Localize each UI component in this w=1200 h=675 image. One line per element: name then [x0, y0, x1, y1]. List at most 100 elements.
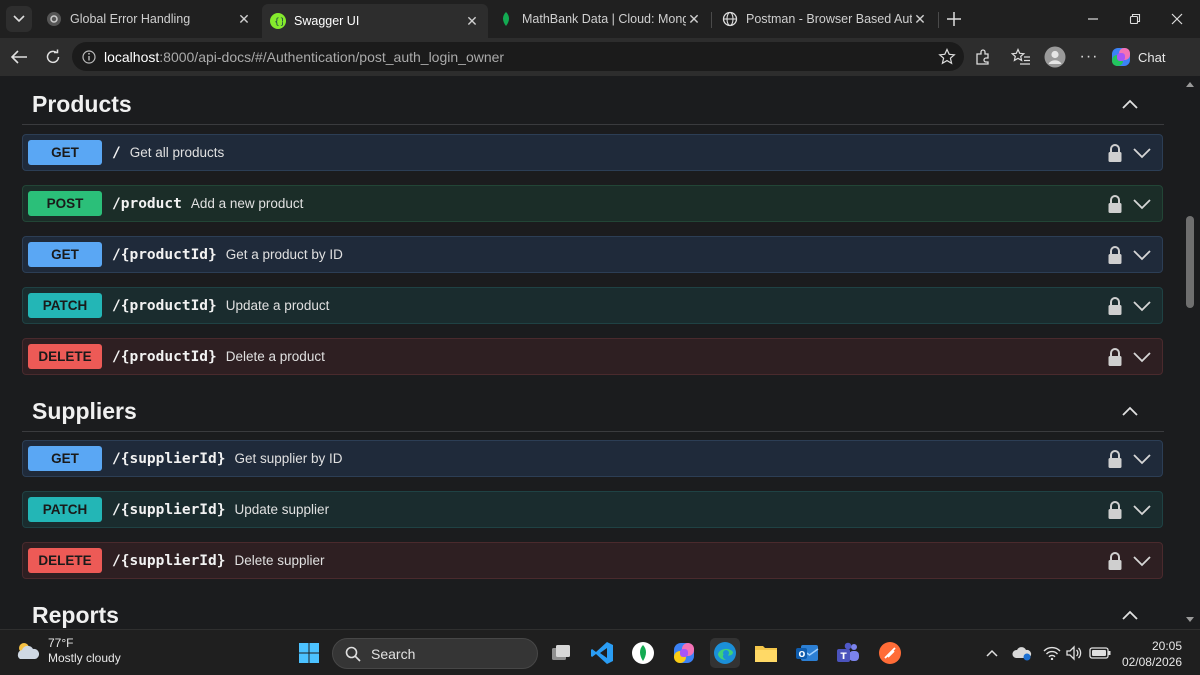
close-tab-icon[interactable]: ✕ [236, 11, 252, 28]
chevron-up-icon [986, 649, 998, 657]
teams-app[interactable]: T [833, 638, 863, 668]
taskbar-clock[interactable]: 20:05 02/08/2026 [1122, 638, 1182, 670]
profile-button[interactable] [1044, 46, 1066, 68]
operation-get-supplier[interactable]: GET /{supplierId} Get supplier by ID [22, 440, 1163, 477]
show-hidden-icons-button[interactable] [982, 643, 1002, 663]
chevron-down-icon[interactable] [1132, 297, 1152, 315]
operation-path: /{productId} [112, 297, 217, 314]
plus-icon [947, 12, 961, 26]
lock-icon[interactable] [1106, 296, 1124, 316]
operation-patch-product[interactable]: PATCH /{productId} Update a product [22, 287, 1163, 324]
back-button[interactable] [8, 46, 30, 68]
restore-button[interactable] [1124, 8, 1146, 30]
tab-actions-menu-button[interactable] [6, 6, 32, 32]
volume-tray[interactable] [1064, 643, 1084, 663]
operation-patch-supplier[interactable]: PATCH /{supplierId} Update supplier [22, 491, 1163, 528]
close-tab-icon[interactable]: ✕ [464, 13, 480, 30]
svg-text:{}: {} [274, 18, 283, 27]
copilot-app[interactable] [669, 638, 699, 668]
taskbar-search[interactable]: Search [332, 638, 538, 669]
favorites-button[interactable] [1010, 46, 1032, 68]
close-window-button[interactable] [1166, 8, 1188, 30]
lock-icon[interactable] [1106, 194, 1124, 214]
tab-postman[interactable]: Postman - Browser Based Auth ✕ [714, 4, 936, 34]
operation-delete-product[interactable]: DELETE /{productId} Delete a product [22, 338, 1163, 375]
chevron-down-icon[interactable] [1132, 195, 1152, 213]
mongodb-compass-app[interactable] [628, 638, 658, 668]
section-header-suppliers[interactable]: Suppliers [22, 392, 1164, 432]
copilot-icon [674, 643, 694, 663]
chevron-down-icon[interactable] [1132, 348, 1152, 366]
section-header-products[interactable]: Products [22, 85, 1164, 125]
minimize-icon [1088, 18, 1098, 20]
new-tab-button[interactable] [942, 7, 966, 31]
operation-delete-supplier[interactable]: DELETE /{supplierId} Delete supplier [22, 542, 1163, 579]
copilot-chat-button[interactable]: Chat [1110, 44, 1165, 70]
minimize-button[interactable] [1082, 8, 1104, 30]
edge-app[interactable] [710, 638, 740, 668]
chevron-down-icon[interactable] [1132, 450, 1152, 468]
vscode-icon [591, 642, 613, 664]
chevron-down-icon[interactable] [1132, 144, 1152, 162]
address-bar[interactable]: localhost:8000/api-docs/#/Authentication… [72, 42, 964, 71]
lock-icon[interactable] [1106, 551, 1124, 571]
chevron-down-icon[interactable] [1132, 552, 1152, 570]
operation-summary: Delete supplier [234, 553, 325, 568]
vertical-scrollbar-thumb[interactable] [1186, 216, 1194, 308]
lock-icon[interactable] [1106, 143, 1124, 163]
operation-path: /{supplierId} [112, 450, 226, 467]
postman-icon [879, 642, 901, 664]
start-button[interactable] [294, 638, 324, 668]
postman-app[interactable] [875, 638, 905, 668]
scroll-down-arrow-icon[interactable] [1185, 616, 1195, 624]
outlook-app[interactable]: O [792, 638, 822, 668]
vscode-app[interactable] [587, 638, 617, 668]
operation-summary: Update supplier [234, 502, 330, 517]
tab-global-error-handling[interactable]: Global Error Handling ✕ [38, 4, 260, 34]
refresh-button[interactable] [42, 46, 64, 68]
network-tray[interactable] [1042, 643, 1062, 663]
operation-get-products[interactable]: GET / Get all products [22, 134, 1163, 171]
close-tab-icon[interactable]: ✕ [686, 11, 702, 28]
method-badge: GET [28, 140, 102, 165]
battery-tray[interactable] [1088, 643, 1112, 663]
tab-swagger-ui[interactable]: {} Swagger UI ✕ [262, 4, 488, 38]
url-text: localhost:8000/api-docs/#/Authentication… [104, 48, 505, 65]
lock-icon[interactable] [1106, 449, 1124, 469]
browser-toolbar: localhost:8000/api-docs/#/Authentication… [0, 38, 1200, 76]
chat-label: Chat [1138, 49, 1166, 65]
gear-favicon-icon [46, 11, 62, 27]
chevron-down-icon[interactable] [1132, 501, 1152, 519]
teams-icon: T [837, 642, 859, 662]
site-info-icon[interactable] [82, 49, 96, 64]
more-menu-button[interactable]: ··· [1078, 46, 1100, 68]
task-view-button[interactable] [546, 638, 576, 668]
lock-icon[interactable] [1106, 347, 1124, 367]
file-explorer-app[interactable] [751, 638, 781, 668]
lock-icon[interactable] [1106, 500, 1124, 520]
scroll-up-arrow-icon[interactable] [1185, 80, 1195, 88]
tab-mongodb[interactable]: MathBank Data | Cloud: MongoDB ✕ [490, 4, 710, 34]
operation-path: /product [112, 195, 182, 212]
section-header-reports[interactable]: Reports [22, 596, 1164, 629]
svg-text:T: T [841, 652, 848, 662]
windows-taskbar: 77°F Mostly cloudy Search O T 20:05 02/0… [0, 629, 1200, 675]
onedrive-tray[interactable] [1012, 643, 1032, 663]
favorite-star-icon[interactable] [938, 48, 956, 66]
operation-post-product[interactable]: POST /product Add a new product [22, 185, 1163, 222]
chevron-down-icon[interactable] [1132, 246, 1152, 264]
chevron-down-icon [13, 15, 25, 23]
chevron-up-icon[interactable] [1120, 95, 1140, 115]
extensions-button[interactable] [972, 46, 994, 68]
chevron-up-icon[interactable] [1120, 606, 1140, 626]
operation-get-product-by-id[interactable]: GET /{productId} Get a product by ID [22, 236, 1163, 273]
weather-widget[interactable]: 77°F Mostly cloudy [14, 636, 121, 666]
back-arrow-icon [10, 50, 27, 64]
chevron-up-icon[interactable] [1120, 402, 1140, 422]
globe-favicon-icon [722, 11, 738, 27]
operation-path: /{supplierId} [112, 501, 226, 518]
lock-icon[interactable] [1106, 245, 1124, 265]
speaker-icon [1066, 645, 1082, 661]
operation-summary: Add a new product [190, 196, 304, 211]
close-tab-icon[interactable]: ✕ [912, 11, 928, 28]
